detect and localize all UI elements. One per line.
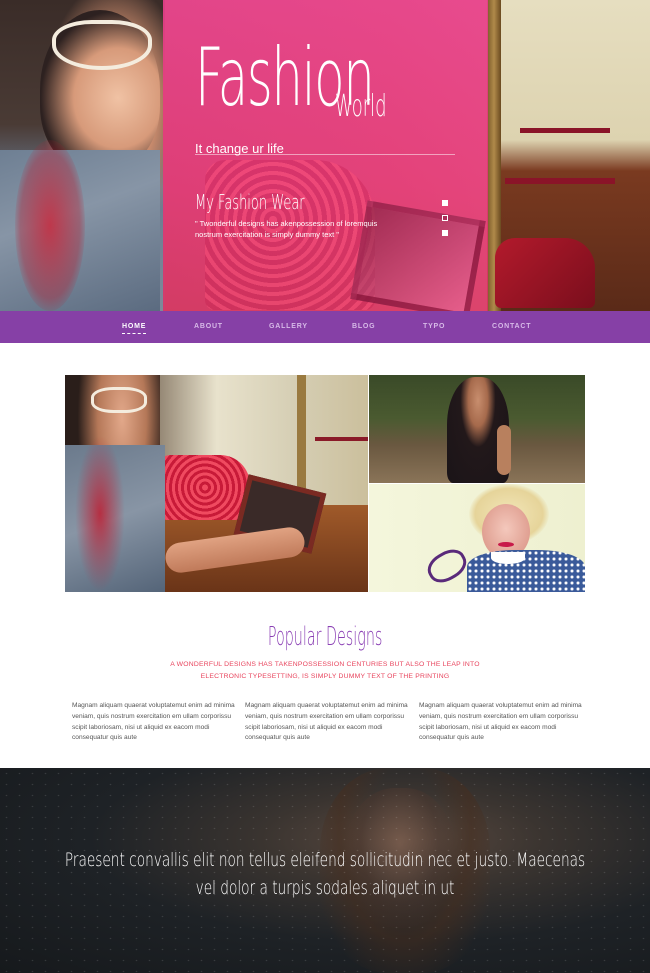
photo-arm — [497, 425, 511, 475]
slider-dot-1[interactable] — [442, 200, 448, 206]
tagline-divider — [195, 154, 455, 155]
quote-text: Praesent convallis elit non tellus eleif… — [60, 846, 590, 902]
quote-text-inner: Praesent convallis elit non tellus eleif… — [64, 849, 586, 899]
hero-photo-tablet — [350, 200, 486, 311]
hero-photo-bag — [495, 238, 595, 308]
section-subtitle: A WONDERFUL DESIGNS HAS TAKENPOSSESSION … — [170, 661, 480, 680]
nav-blog[interactable]: BLOG — [352, 323, 375, 330]
quote-banner: Praesent convallis elit non tellus eleif… — [0, 768, 650, 973]
slide-text: " Twonderful designs has akenpossession … — [195, 219, 378, 239]
gallery-image-top-right[interactable] — [369, 375, 585, 483]
hero-photo-sunglasses — [52, 20, 152, 70]
hero-photo-red-blur — [15, 140, 85, 311]
photo-chair — [160, 455, 250, 520]
photo-lips — [498, 542, 514, 547]
hero-photo-rail-top — [520, 128, 610, 133]
photo-glasses — [422, 543, 472, 589]
photo-collar — [491, 552, 525, 564]
slider-dot-3[interactable] — [442, 230, 448, 236]
photo-sunglasses — [91, 387, 147, 413]
nav-typo[interactable]: TYPO — [423, 323, 445, 330]
section-title-text: Popular Designs — [267, 622, 383, 652]
nav-home[interactable]: HOME — [122, 323, 147, 334]
gallery-image-bottom-right[interactable] — [369, 484, 585, 592]
slider-dot-2[interactable] — [442, 215, 448, 221]
photo-rail — [315, 437, 368, 441]
photo-red-blur — [75, 435, 125, 592]
nav-about[interactable]: ABOUT — [194, 323, 223, 330]
hero-banner: Fashion World It change ur life My Fashi… — [0, 0, 650, 311]
gallery-image-main[interactable] — [65, 375, 368, 592]
text-column-1: Magnam aliquam quaerat voluptatemut enim… — [72, 702, 235, 742]
text-column-2: Magnam aliquam quaerat voluptatemut enim… — [245, 702, 408, 742]
site-logo[interactable]: Fashion World — [195, 38, 483, 122]
slide-title: My Fashion Wear — [195, 190, 305, 214]
slider-dots — [442, 200, 448, 245]
text-column-3: Magnam aliquam quaerat voluptatemut enim… — [419, 702, 582, 742]
logo-sub-text: World — [335, 89, 387, 124]
main-nav: HOME ABOUT GALLERY BLOG TYPO CONTACT — [0, 311, 650, 343]
nav-contact[interactable]: CONTACT — [492, 323, 531, 330]
hero-photo-rail — [505, 178, 615, 184]
section-title: Popular Designs — [0, 622, 650, 652]
nav-gallery[interactable]: GALLERY — [269, 323, 308, 330]
photo-dress — [467, 550, 585, 592]
